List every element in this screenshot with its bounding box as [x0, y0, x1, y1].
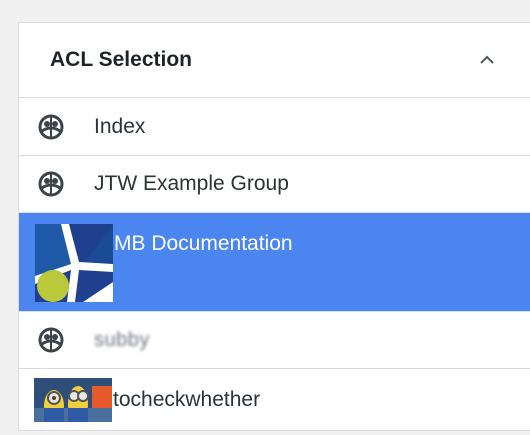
acl-selection-panel: ACL Selection Index JTW Example Group MB… [18, 22, 530, 431]
group-globe-icon [36, 169, 66, 199]
list-item-label: subby [94, 328, 150, 351]
group-globe-icon [36, 325, 66, 355]
list-item-label: MB Documentation [114, 232, 293, 255]
list-item-index[interactable]: Index [19, 98, 530, 156]
group-globe-icon [36, 112, 66, 142]
chevron-up-icon[interactable] [476, 49, 498, 71]
panel-header[interactable]: ACL Selection [19, 23, 530, 98]
list-item-label: Index [94, 114, 146, 138]
list-item-jtw-example-group[interactable]: JTW Example Group [19, 156, 530, 213]
list-item-subby[interactable]: subby [19, 312, 530, 369]
list-item-mb-documentation[interactable]: MB Documentation [19, 213, 530, 312]
blue-white-logo-thumbnail [35, 224, 113, 302]
minions-thumbnail [34, 378, 112, 422]
list-item-label: tocheckwhether [113, 388, 261, 411]
list-item-label: JTW Example Group [94, 172, 289, 195]
list-item-tocheckwhether[interactable]: tocheckwhether [19, 369, 530, 431]
panel-title: ACL Selection [50, 48, 192, 71]
